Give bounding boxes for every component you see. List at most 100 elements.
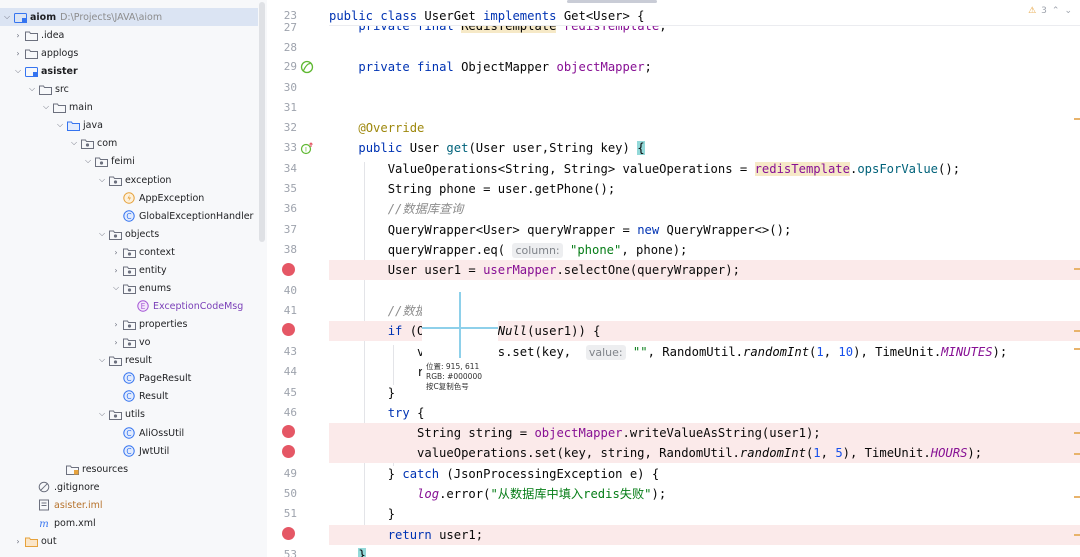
chevron-down-icon[interactable]: ⌵ xyxy=(97,175,107,185)
source-folder-icon xyxy=(66,119,80,131)
tree-item-java[interactable]: ⌵ java xyxy=(0,116,258,134)
chevron-down-icon[interactable]: ⌵ xyxy=(13,66,23,76)
tree-item-result[interactable]: ⌵ result xyxy=(0,351,258,369)
chevron-down-icon[interactable]: ⌄ xyxy=(1064,6,1072,16)
code-area[interactable]: public class UserGet implements Get<User… xyxy=(284,0,1080,557)
chevron-up-icon[interactable]: ⌃ xyxy=(1052,6,1060,16)
breakpoint-icon[interactable] xyxy=(282,445,295,458)
chevron-down-icon[interactable]: ⌵ xyxy=(97,355,107,365)
breakpoint-icon[interactable] xyxy=(282,263,295,276)
folder-icon xyxy=(24,47,38,59)
tree-item-appexception[interactable]: AppException xyxy=(0,189,258,207)
tree-item-globalexceptionhandler[interactable]: C GlobalExceptionHandler xyxy=(0,207,258,225)
tree-item-resources[interactable]: resources xyxy=(0,460,258,478)
tree-item-alioss[interactable]: C AliOssUtil xyxy=(0,424,258,442)
ignore-file-icon xyxy=(37,481,51,493)
chevron-right-icon[interactable]: › xyxy=(13,31,23,40)
line-number: 45 xyxy=(283,386,297,399)
code-line-33: public User get(User user,String key) { xyxy=(358,141,645,155)
string-literal: "" xyxy=(632,345,648,359)
chevron-down-icon[interactable]: ⌵ xyxy=(55,120,65,130)
error-stripe-mark[interactable] xyxy=(1074,534,1080,536)
tree-item-applogs[interactable]: › applogs xyxy=(0,44,258,62)
error-stripe-mark[interactable] xyxy=(1074,118,1080,120)
tree-item-properties[interactable]: › properties xyxy=(0,315,258,333)
chevron-down-icon[interactable]: ⌵ xyxy=(97,409,107,419)
chevron-down-icon[interactable]: ⌵ xyxy=(97,229,107,239)
error-stripe-mark[interactable] xyxy=(1074,432,1080,434)
chevron-right-icon[interactable]: › xyxy=(111,248,121,257)
tree-item-src[interactable]: ⌵ src xyxy=(0,80,258,98)
tree-item-label: GlobalExceptionHandler xyxy=(139,210,254,222)
breakpoint-icon[interactable] xyxy=(282,323,295,336)
project-tree: ⌵ aiom D:\Projects\JAVA\aiom › .idea › a… xyxy=(0,0,267,557)
tree-item-result-class[interactable]: C Result xyxy=(0,387,258,405)
chevron-right-icon[interactable]: › xyxy=(13,49,23,58)
tree-item-label: utils xyxy=(125,408,145,420)
line-number: 36 xyxy=(283,202,297,215)
warning-icon[interactable]: ⚠ xyxy=(1028,6,1036,16)
implementing-method-icon[interactable]: I xyxy=(300,141,314,155)
resources-folder-icon xyxy=(65,463,79,475)
tree-item-context[interactable]: › context xyxy=(0,243,258,261)
inspection-widget[interactable]: ⚠ 3 ⌃ ⌄ xyxy=(1028,6,1072,16)
string-literal: "phone" xyxy=(569,243,622,257)
tree-item-aiom[interactable]: ⌵ aiom D:\Projects\JAVA\aiom xyxy=(0,8,258,26)
breakpoint-icon[interactable] xyxy=(282,527,295,540)
tree-item-label: PageResult xyxy=(139,372,192,384)
chevron-down-icon[interactable]: ⌵ xyxy=(41,102,51,112)
chevron-down-icon[interactable]: ⌵ xyxy=(27,84,37,94)
chevron-down-icon[interactable]: ⌵ xyxy=(2,12,12,22)
tree-scrollbar[interactable] xyxy=(259,2,265,242)
code-line-34: ValueOperations<String, String> valueOpe… xyxy=(329,162,961,176)
line-number: 38 xyxy=(283,243,297,256)
code-line-48: valueOperations.set(key, string, RandomU… xyxy=(329,443,1080,464)
chevron-right-icon[interactable]: › xyxy=(111,338,121,347)
chevron-right-icon[interactable]: › xyxy=(111,266,121,275)
tree-item-enums[interactable]: ⌵ enums xyxy=(0,279,258,297)
chevron-down-icon[interactable]: ⌵ xyxy=(69,138,79,148)
tree-item-label: asister.iml xyxy=(54,499,103,511)
code-line-39: User user1 = userMapper.selectOne(queryW… xyxy=(329,260,1080,281)
tree-item-objects[interactable]: ⌵ objects xyxy=(0,225,258,243)
editor-gutter[interactable]: 27 28 29 30 31 32 33 34 35 36 37 38 40 4… xyxy=(267,0,329,557)
tree-item-asister[interactable]: ⌵ asister xyxy=(0,62,258,80)
line-number: 46 xyxy=(283,406,297,419)
error-stripe-mark[interactable] xyxy=(1074,268,1080,270)
tree-item-label: out xyxy=(41,535,57,547)
package-icon xyxy=(122,336,136,348)
error-stripe-mark[interactable] xyxy=(1074,330,1080,332)
breakpoint-icon[interactable] xyxy=(282,425,295,438)
tree-item-feimi[interactable]: ⌵ feimi xyxy=(0,152,258,170)
tree-item-gitignore[interactable]: .gitignore xyxy=(0,478,258,496)
tree-item-out[interactable]: › out xyxy=(0,532,258,550)
tree-item-exceptioncodemsg[interactable]: E ExceptionCodeMsg xyxy=(0,297,258,315)
tree-item-jwtutil[interactable]: C JwtUtil xyxy=(0,442,258,460)
tree-item-exception[interactable]: ⌵ exception xyxy=(0,171,258,189)
code-line-46: try { xyxy=(387,406,425,420)
error-stripe-mark[interactable] xyxy=(1074,496,1080,498)
code-editor[interactable]: ⚠ 3 ⌃ ⌄ 27 28 29 30 31 32 33 34 35 36 37… xyxy=(267,0,1080,557)
error-stripe-mark[interactable] xyxy=(1074,453,1080,455)
tree-item-utils[interactable]: ⌵ utils xyxy=(0,405,258,423)
sticky-class-header[interactable]: public class UserGet implements Get<User… xyxy=(329,6,1080,27)
chevron-right-icon[interactable]: › xyxy=(13,537,23,546)
module-folder-icon xyxy=(24,65,38,77)
chevron-down-icon[interactable]: ⌵ xyxy=(111,283,121,293)
tree-item-pageresult[interactable]: C PageResult xyxy=(0,369,258,387)
tree-item-idea[interactable]: › .idea xyxy=(0,26,258,44)
tree-item-label: .gitignore xyxy=(54,481,100,493)
tree-item-entity[interactable]: › entity xyxy=(0,261,258,279)
chevron-right-icon[interactable]: › xyxy=(111,320,121,329)
tree-item-com[interactable]: ⌵ com xyxy=(0,134,258,152)
tree-item-main[interactable]: ⌵ main xyxy=(0,98,258,116)
svg-text:C: C xyxy=(126,429,131,438)
bean-injection-icon[interactable] xyxy=(300,60,314,74)
error-stripe-mark[interactable] xyxy=(1074,348,1080,350)
chevron-down-icon[interactable]: ⌵ xyxy=(83,156,93,166)
tree-item-vo[interactable]: › vo xyxy=(0,333,258,351)
tree-item-pom[interactable]: m pom.xml xyxy=(0,514,258,532)
tree-item-asister-iml[interactable]: asister.iml xyxy=(0,496,258,514)
folder-icon xyxy=(24,29,38,41)
warning-count: 3 xyxy=(1041,6,1047,16)
